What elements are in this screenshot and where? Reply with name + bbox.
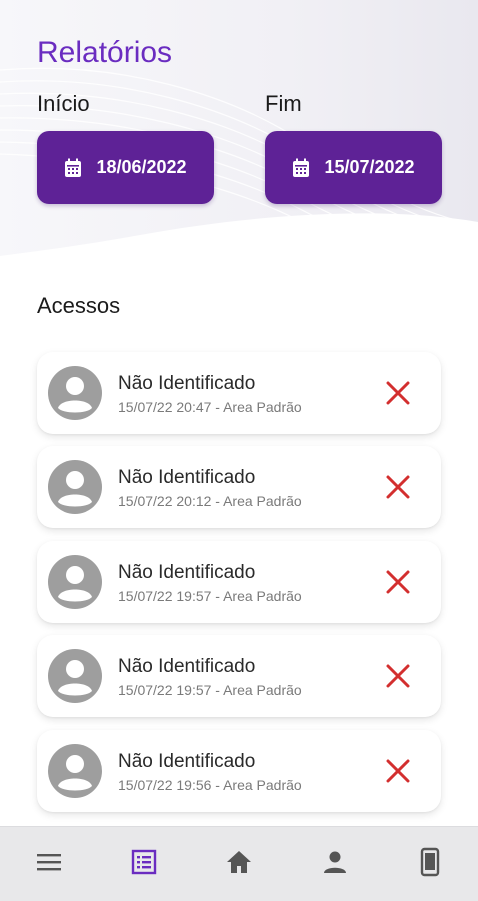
close-icon[interactable] [384, 379, 412, 407]
avatar-icon [48, 649, 102, 703]
access-name: Não Identificado [118, 467, 256, 488]
access-detail: 15/07/22 20:12 - Area Padrão [118, 493, 302, 509]
start-date-button[interactable]: 18/06/2022 [37, 131, 214, 204]
avatar-icon [48, 744, 102, 798]
list-item[interactable]: Não Identificado 15/07/22 20:47 - Area P… [37, 352, 441, 434]
bottom-navigation [0, 826, 478, 901]
end-date-button[interactable]: 15/07/2022 [265, 131, 442, 204]
start-date-value: 18/06/2022 [96, 157, 187, 177]
close-icon[interactable] [384, 568, 412, 596]
home-icon[interactable] [224, 847, 254, 877]
avatar-icon [48, 460, 102, 514]
list-item[interactable]: Não Identificado 15/07/22 20:12 - Area P… [37, 446, 441, 528]
list-item[interactable]: Não Identificado 15/07/22 19:56 - Area P… [37, 730, 441, 812]
access-detail: 15/07/22 19:56 - Area Padrão [118, 777, 302, 793]
calendar-icon [293, 158, 310, 177]
avatar-icon [48, 555, 102, 609]
access-name: Não Identificado [118, 656, 256, 677]
access-detail: 15/07/22 19:57 - Area Padrão [118, 682, 302, 698]
access-detail: 15/07/22 19:57 - Area Padrão [118, 588, 302, 604]
access-name: Não Identificado [118, 751, 256, 772]
list-item[interactable]: Não Identificado 15/07/22 19:57 - Area P… [37, 541, 441, 623]
user-icon[interactable] [320, 847, 350, 877]
section-title-accesses: Acessos [37, 293, 121, 318]
close-icon[interactable] [384, 662, 412, 690]
access-name: Não Identificado [118, 373, 256, 394]
close-icon[interactable] [384, 473, 412, 501]
close-icon[interactable] [384, 757, 412, 785]
access-name: Não Identificado [118, 562, 256, 583]
calendar-icon [65, 158, 82, 177]
access-detail: 15/07/22 20:47 - Area Padrão [118, 399, 302, 415]
avatar-icon [48, 366, 102, 420]
page-title: Relatórios [37, 36, 173, 69]
end-date-value: 15/07/2022 [324, 157, 415, 177]
start-date-label: Início [37, 91, 90, 116]
reports-icon[interactable] [129, 847, 159, 877]
end-date-label: Fim [265, 91, 302, 116]
list-item[interactable]: Não Identificado 15/07/22 19:57 - Area P… [37, 635, 441, 717]
smartphone-icon[interactable] [415, 847, 445, 877]
menu-icon[interactable] [34, 847, 64, 877]
